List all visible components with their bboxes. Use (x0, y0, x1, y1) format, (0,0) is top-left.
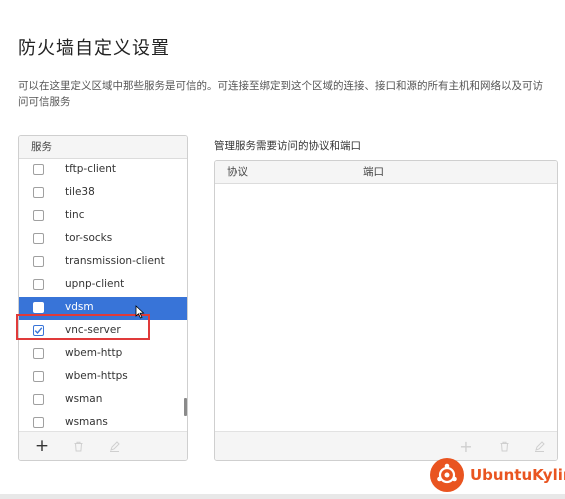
ports-table-header: 协议 端口 (215, 161, 557, 184)
plus-icon: + (459, 436, 473, 456)
ubuntukylin-logo-text: UbuntuKylin (470, 466, 565, 484)
service-name: wsmans (65, 416, 108, 428)
pencil-icon (109, 440, 120, 452)
service-name: wsman (65, 393, 103, 405)
page-title: 防火墙自定义设置 (18, 38, 170, 59)
bottom-divider (0, 494, 565, 499)
edit-port-button[interactable] (530, 437, 548, 455)
services-list[interactable]: tftp-client tile38 tinc tor-socks transmissi… (19, 159, 187, 429)
ubuntukylin-logo-icon (430, 458, 464, 492)
service-name: tftp-client (65, 163, 117, 175)
ports-table: 协议 端口 + (214, 160, 558, 461)
service-row-transmission-client[interactable]: transmission-client (19, 251, 187, 274)
service-name: wbem-https (65, 370, 128, 382)
services-scrollbar[interactable] (184, 398, 187, 416)
service-name: tinc (65, 209, 85, 221)
services-toolbar: + (19, 431, 187, 460)
service-checkbox[interactable] (33, 279, 44, 290)
trash-icon (500, 441, 508, 451)
add-port-button[interactable]: + (457, 436, 475, 456)
service-row-tftp-client[interactable]: tftp-client (19, 159, 187, 182)
service-name: wbem-http (65, 347, 123, 359)
service-checkbox[interactable] (33, 256, 44, 267)
service-name: upnp-client (65, 278, 125, 290)
page-description: 可以在这里定义区域中那些服务是可信的。可连接至绑定到这个区域的连接、接口和源的所… (18, 80, 543, 108)
service-row-upnp-client[interactable]: upnp-client (19, 274, 187, 297)
service-row-tor-socks[interactable]: tor-socks (19, 228, 187, 251)
add-service-button[interactable]: + (33, 436, 51, 456)
plus-icon: + (34, 436, 50, 456)
service-checkbox[interactable] (33, 371, 44, 382)
trash-icon (74, 441, 82, 451)
delete-port-button[interactable] (495, 437, 513, 455)
ports-label: 管理服务需要访问的协议和端口 (214, 140, 361, 152)
service-checkbox[interactable] (33, 233, 44, 244)
service-row-wbem-http[interactable]: wbem-http (19, 343, 187, 366)
services-panel: 服务 tftp-client tile38 tinc tor-socks transmi… (18, 135, 188, 461)
pencil-icon (534, 440, 545, 452)
vnc-server-highlight-box (16, 314, 150, 340)
service-row-tinc[interactable]: tinc (19, 205, 187, 228)
service-name: tile38 (65, 186, 95, 198)
service-checkbox[interactable] (33, 210, 44, 221)
protocol-column-header[interactable]: 协议 (227, 161, 248, 183)
service-checkbox[interactable] (33, 187, 44, 198)
service-name: transmission-client (65, 255, 165, 267)
service-checkbox[interactable] (33, 164, 44, 175)
service-checkbox[interactable] (33, 302, 44, 313)
service-name: tor-socks (65, 232, 113, 244)
service-checkbox[interactable] (33, 394, 44, 405)
service-checkbox[interactable] (33, 348, 44, 359)
port-column-header[interactable]: 端口 (363, 161, 384, 183)
ports-toolbar: + (215, 431, 557, 460)
service-row-wbem-https[interactable]: wbem-https (19, 366, 187, 389)
ubuntukylin-logo: UbuntuKylin (430, 457, 565, 493)
service-checkbox[interactable] (33, 417, 44, 428)
service-row-wsmans[interactable]: wsmans (19, 412, 187, 429)
service-name: vdsm (65, 301, 94, 313)
service-row-wsman[interactable]: wsman (19, 389, 187, 412)
edit-service-button[interactable] (105, 437, 123, 455)
mouse-cursor-icon (135, 305, 145, 319)
delete-service-button[interactable] (69, 437, 87, 455)
services-header: 服务 (19, 136, 187, 159)
service-row-tile38[interactable]: tile38 (19, 182, 187, 205)
